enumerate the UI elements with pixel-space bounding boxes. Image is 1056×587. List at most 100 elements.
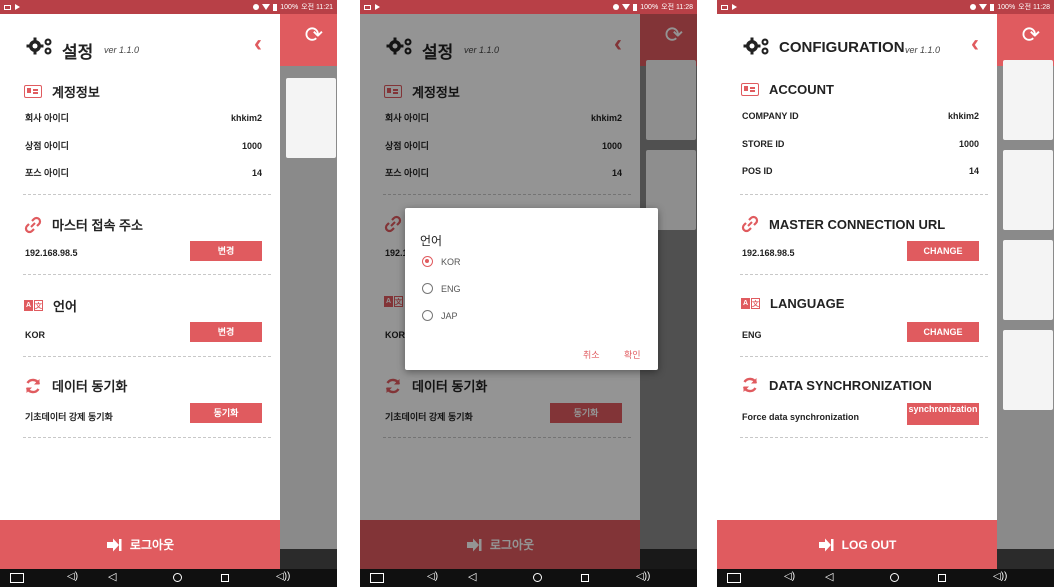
master-url-value: 192.168.98.5 <box>25 248 78 258</box>
dnd-icon <box>970 4 977 10</box>
back-icon[interactable]: ◁ <box>825 572 833 583</box>
logout-button[interactable]: 로그아웃 <box>0 520 280 569</box>
back-icon[interactable]: ◁ <box>108 572 116 583</box>
phone-screen-dialog: 100% 오전 11:28 ⟳ 설정 ver 1.1.0 ‹ 계정정보 회사 아… <box>360 0 697 587</box>
volume-up-icon[interactable]: ◁)) <box>993 572 1007 582</box>
background-card <box>286 78 336 158</box>
change-language-button[interactable]: 변경 <box>190 322 262 342</box>
refresh-icon[interactable]: ⟳ <box>305 24 323 46</box>
option-label: ENG <box>441 283 461 294</box>
radio-option-jap[interactable]: JAP <box>422 310 458 321</box>
section-sync-label: 데이터 동기화 <box>52 379 128 394</box>
logout-icon <box>106 538 122 551</box>
recents-icon[interactable] <box>938 574 946 582</box>
volume-down-icon[interactable]: ◁) <box>784 572 795 582</box>
volume-up-icon[interactable]: ◁)) <box>276 572 290 582</box>
home-icon[interactable] <box>890 573 899 582</box>
recents-icon[interactable] <box>581 574 589 582</box>
settings-drawer: CONFIGURATION ver 1.1.0 ‹ ACCOUNT COMPAN… <box>717 14 997 569</box>
battery-percent: 100% <box>640 3 659 11</box>
screenshot-icon[interactable] <box>727 573 741 583</box>
drawer-header: 설정 ver 1.1.0 ‹ <box>0 14 280 74</box>
option-label: JAP <box>441 310 458 321</box>
battery-percent: 100% <box>997 3 1016 11</box>
radio-selected-icon <box>422 256 433 267</box>
row-label: STORE ID <box>742 139 785 149</box>
section-language-label: 언어 <box>53 299 77 314</box>
version-label: ver 1.1.0 <box>905 45 941 55</box>
sync-button[interactable]: synchronization <box>907 403 979 425</box>
divider <box>740 437 988 438</box>
background-card <box>1003 330 1053 410</box>
home-icon[interactable] <box>533 573 542 582</box>
section-account-label: ACCOUNT <box>769 82 834 97</box>
battery-icon <box>633 3 638 11</box>
volume-down-icon[interactable]: ◁) <box>427 572 438 582</box>
volume-down-icon[interactable]: ◁) <box>67 572 78 582</box>
section-sync-title: DATA SYNCHRONIZATION <box>741 376 932 394</box>
section-account-title: ACCOUNT <box>741 82 834 97</box>
row-label: 포스 아이디 <box>25 168 69 178</box>
recents-icon[interactable] <box>221 574 229 582</box>
radio-option-kor[interactable]: KOR <box>422 256 461 267</box>
screen-icon <box>4 4 11 10</box>
screenshot-icon[interactable] <box>10 573 24 583</box>
volume-up-icon[interactable]: ◁)) <box>636 572 650 582</box>
back-chevron-icon[interactable]: ‹ <box>254 32 262 56</box>
link-icon <box>741 215 759 233</box>
logout-label: LOG OUT <box>841 537 897 552</box>
language-value: ENG <box>742 330 762 340</box>
sync-button[interactable]: 동기화 <box>190 403 262 423</box>
dnd-icon <box>613 4 620 10</box>
screen-icon <box>364 4 371 10</box>
status-bar: 100% 오전 11:28 <box>717 0 1054 14</box>
row-value: 14 <box>968 166 979 176</box>
option-label: KOR <box>441 256 461 267</box>
language-dialog: 언어 KOR ENG JAP 취소 확인 <box>405 208 658 370</box>
sync-label: Force data synchronization <box>742 412 860 422</box>
settings-drawer: 설정 ver 1.1.0 ‹ 계정정보 회사 아이디 khkim2 상점 아이디… <box>0 14 280 569</box>
divider <box>23 274 271 275</box>
row-label: COMPANY ID <box>742 111 799 121</box>
change-url-button[interactable]: CHANGE <box>907 241 979 261</box>
drawer-header: CONFIGURATION ver 1.1.0 ‹ <box>717 14 997 74</box>
language-icon: A文 <box>24 300 43 311</box>
version-label: ver 1.1.0 <box>104 45 140 55</box>
divider <box>23 437 271 438</box>
sync-icon <box>25 378 41 393</box>
change-language-button[interactable]: CHANGE <box>907 322 979 342</box>
divider <box>740 356 988 357</box>
logout-button[interactable]: LOG OUT <box>717 520 997 569</box>
background-card <box>1003 150 1053 230</box>
home-icon[interactable] <box>173 573 182 582</box>
dialog-confirm-button[interactable]: 확인 <box>624 348 641 361</box>
change-url-button[interactable]: 변경 <box>190 241 262 261</box>
back-chevron-icon[interactable]: ‹ <box>971 32 979 56</box>
radio-option-eng[interactable]: ENG <box>422 283 461 294</box>
logout-icon <box>818 538 834 551</box>
row-value: 1000 <box>241 140 262 151</box>
section-language-label: LANGUAGE <box>770 296 845 311</box>
back-icon[interactable]: ◁ <box>468 572 476 583</box>
section-master-title: 마스터 접속 주소 <box>24 215 143 234</box>
status-bar: 100% 오전 11:28 <box>360 0 697 14</box>
play-icon <box>15 4 20 10</box>
background-card <box>1003 240 1053 320</box>
row-value: 14 <box>251 167 262 178</box>
master-url-value: 192.168.98.5 <box>742 248 795 258</box>
link-icon <box>24 216 42 233</box>
play-icon <box>375 4 380 10</box>
settings-gear-icon <box>26 37 52 55</box>
account-row-company: 회사 아이디 khkim2 <box>25 111 262 124</box>
android-nav-bar: ◁) ◁ ◁)) <box>360 569 697 587</box>
divider <box>23 356 271 357</box>
play-icon <box>732 4 737 10</box>
account-row-pos: 포스 아이디 14 <box>25 166 262 179</box>
screenshot-icon[interactable] <box>370 573 384 583</box>
settings-gear-icon <box>743 37 769 55</box>
wifi-icon <box>622 4 631 10</box>
refresh-icon[interactable]: ⟳ <box>1022 24 1040 46</box>
battery-icon <box>273 3 278 11</box>
dialog-cancel-button[interactable]: 취소 <box>583 348 600 361</box>
clock: 오전 11:21 <box>301 4 333 11</box>
